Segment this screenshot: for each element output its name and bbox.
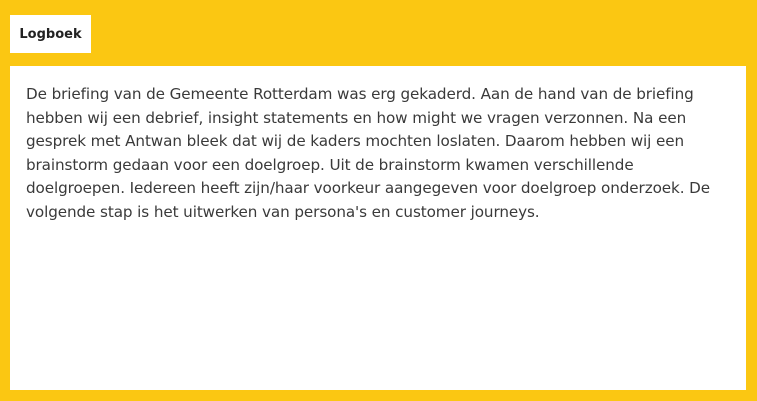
tab-logboek-label: Logboek: [19, 26, 82, 42]
logbook-entry-text: De briefing van de Gemeente Rotterdam wa…: [26, 85, 710, 221]
logbook-content-panel: De briefing van de Gemeente Rotterdam wa…: [10, 66, 746, 390]
tab-logboek[interactable]: Logboek: [10, 15, 91, 53]
